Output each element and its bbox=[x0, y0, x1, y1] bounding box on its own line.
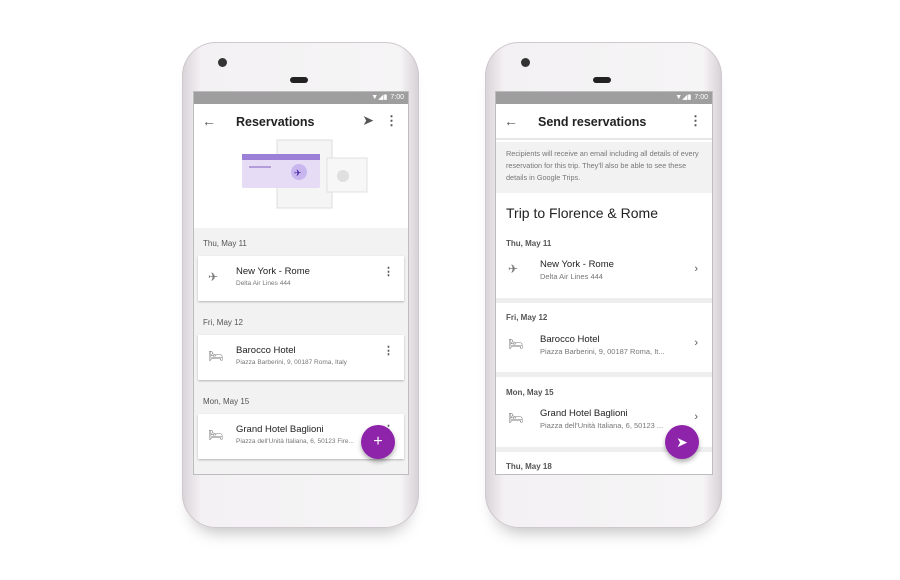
status-bar: ▼◢▮ 7:00 bbox=[194, 92, 408, 104]
page-title: Send reservations bbox=[538, 115, 647, 129]
date-header: Fri, May 12 bbox=[203, 318, 244, 327]
status-bar: ▼◢▮ 7:00 bbox=[496, 92, 712, 104]
reservations-screen: ▼◢▮ 7:00 ← Reservations ➤ ⋮ ✈ Thu, May 11… bbox=[193, 91, 409, 475]
date-header: Mon, May 15 bbox=[203, 397, 250, 406]
trip-title: Trip to Florence & Rome bbox=[506, 205, 658, 221]
flight-icon: ✈ bbox=[508, 262, 519, 276]
svg-text:✈: ✈ bbox=[294, 168, 302, 178]
reservation-detail: Piazza Barberini, 9, 00187 Roma, Italy bbox=[236, 359, 347, 366]
more-vert-icon[interactable]: ⋮ bbox=[385, 113, 398, 129]
reservation-detail: Delta Air Lines 444 bbox=[540, 272, 603, 281]
reservation-detail: Delta Air Lines 444 bbox=[236, 280, 291, 287]
chevron-right-icon: › bbox=[694, 337, 698, 349]
reservation-name: New York - Rome bbox=[540, 259, 614, 270]
arrow-left-icon[interactable]: ← bbox=[504, 113, 518, 129]
more-vert-icon[interactable]: ⋮ bbox=[383, 265, 394, 278]
date-header: Fri, May 12 bbox=[506, 313, 548, 322]
status-time: 7:00 bbox=[390, 94, 404, 101]
wifi-icon: ▼◢▮ bbox=[675, 94, 692, 101]
speaker bbox=[593, 77, 611, 83]
send-button[interactable]: ➤ bbox=[665, 425, 699, 459]
info-text: Recipients will receive an email includi… bbox=[496, 142, 712, 193]
hotel-icon: 🛏 bbox=[208, 428, 224, 442]
hotel-icon: 🛏 bbox=[208, 349, 224, 363]
date-header: Thu, May 11 bbox=[506, 239, 552, 248]
reservation-name: Barocco Hotel bbox=[540, 334, 600, 345]
reservation-name: Grand Hotel Baglioni bbox=[236, 424, 324, 435]
camera bbox=[521, 58, 530, 67]
speaker bbox=[290, 77, 308, 83]
reservation-detail: Piazza dell'Unità Italiana, 6, 50123 Fir… bbox=[236, 438, 354, 445]
divider bbox=[496, 372, 712, 377]
flight-icon: ✈ bbox=[208, 270, 219, 284]
reservation-name: Barocco Hotel bbox=[236, 345, 296, 356]
chevron-right-icon: › bbox=[694, 411, 698, 423]
app-bar: ← Send reservations ⋮ bbox=[496, 104, 712, 140]
phone-right: ▼◢▮ 7:00 ← Send reservations ⋮ Recipients… bbox=[485, 42, 722, 528]
status-time: 7:00 bbox=[694, 94, 708, 101]
date-header: Thu, May 18 bbox=[506, 462, 552, 471]
send-icon[interactable]: ➤ bbox=[362, 112, 374, 129]
arrow-left-icon[interactable]: ← bbox=[202, 113, 216, 129]
camera bbox=[218, 58, 227, 67]
phone-left: ▼◢▮ 7:00 ← Reservations ➤ ⋮ ✈ Thu, May 11… bbox=[182, 42, 419, 528]
tickets-illustration: ✈ bbox=[242, 139, 368, 209]
reservation-card[interactable]: 🛏 Barocco Hotel Piazza Barberini, 9, 001… bbox=[198, 335, 404, 380]
reservation-card[interactable]: ✈ New York - Rome Delta Air Lines 444 ⋮ bbox=[198, 256, 404, 301]
more-vert-icon[interactable]: ⋮ bbox=[383, 344, 394, 357]
send-reservations-screen: ▼◢▮ 7:00 ← Send reservations ⋮ Recipients… bbox=[495, 91, 713, 475]
send-icon: ➤ bbox=[676, 434, 688, 450]
reservation-name: Grand Hotel Baglioni bbox=[540, 408, 628, 419]
reservation-name: New York - Rome bbox=[236, 266, 310, 277]
hotel-icon: 🛏 bbox=[508, 411, 524, 425]
reservation-detail: Piazza dell'Unità Italiana, 6, 50123 ... bbox=[540, 421, 664, 430]
more-vert-icon[interactable]: ⋮ bbox=[689, 113, 702, 129]
date-header: Thu, May 11 bbox=[203, 239, 247, 248]
chevron-right-icon: › bbox=[694, 263, 698, 275]
hotel-icon: 🛏 bbox=[508, 337, 524, 351]
page-title: Reservations bbox=[236, 115, 315, 129]
app-bar: ← Reservations ➤ ⋮ ✈ bbox=[194, 104, 408, 228]
wifi-icon: ▼◢▮ bbox=[371, 94, 388, 101]
reservation-detail: Piazza Barberini, 9, 00187 Roma, It... bbox=[540, 347, 665, 356]
date-header: Mon, May 15 bbox=[506, 388, 554, 397]
add-button[interactable]: + bbox=[361, 425, 395, 459]
divider bbox=[496, 298, 712, 303]
